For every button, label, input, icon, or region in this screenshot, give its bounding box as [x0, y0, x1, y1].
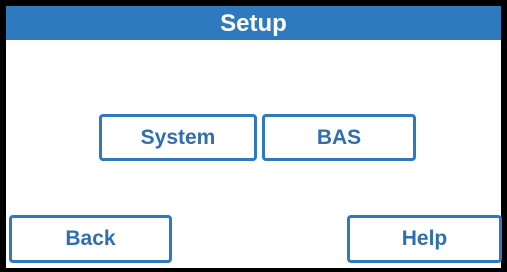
- page-title: Setup: [220, 10, 287, 37]
- title-bar: Setup: [6, 6, 501, 40]
- help-button[interactable]: Help: [347, 215, 502, 263]
- display-screen: Setup System BAS Back Help: [0, 0, 507, 272]
- system-button[interactable]: System: [99, 114, 257, 161]
- bas-button[interactable]: BAS: [262, 114, 416, 161]
- setup-panel: Setup System BAS Back Help: [6, 6, 502, 268]
- back-button[interactable]: Back: [9, 215, 172, 263]
